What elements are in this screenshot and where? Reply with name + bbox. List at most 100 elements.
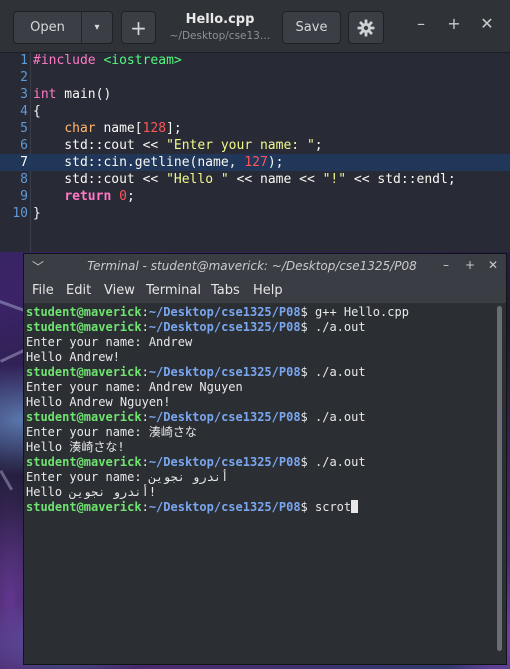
- prompt-user: student@maverick: [26, 320, 142, 334]
- terminal-title-bar[interactable]: ﹀ Terminal - student@maverick: ~/Desktop…: [24, 254, 506, 280]
- prompt-separator: :: [141, 320, 149, 334]
- code-line[interactable]: 3 int main(): [0, 86, 510, 103]
- command-text: ./a.out: [315, 365, 366, 379]
- prompt-symbol: $: [300, 410, 315, 424]
- line-number: 7: [20, 155, 28, 170]
- prompt-path: ~/Desktop/cse1325/P08: [148, 320, 301, 334]
- terminal-output-line: Enter your name: أندرو نجوين: [26, 470, 492, 485]
- prompt-user: student@maverick: [26, 305, 142, 319]
- output-text: Hello 湊崎さな!: [26, 440, 125, 454]
- code-line[interactable]: 7 std::cin.getline(name, 127);: [0, 154, 510, 171]
- code-line[interactable]: 9 return 0;: [0, 188, 510, 205]
- maximize-button[interactable]: +: [443, 14, 465, 33]
- terminal-output-line: Hello 湊崎さな!: [26, 440, 492, 455]
- line-number: 9: [20, 189, 28, 204]
- code-line[interactable]: 8 std::cout << "Hello " << name << "!" <…: [0, 171, 510, 188]
- menu-view[interactable]: View: [104, 283, 135, 298]
- close-button[interactable]: ✕: [485, 258, 501, 272]
- code-token: "Hello ": [166, 172, 229, 187]
- line-number: 1: [20, 53, 28, 68]
- line-number: 5: [20, 121, 28, 136]
- menu-edit[interactable]: Edit: [66, 283, 91, 298]
- code-token: << name <<: [228, 172, 323, 187]
- terminal-output-line: Hello أندرو نجوين!: [26, 485, 492, 500]
- scrollbar-thumb[interactable]: [497, 306, 502, 651]
- terminal-output-line: Enter your name: Andrew Nguyen: [26, 380, 492, 395]
- terminal-output-line: Enter your name: Andrew: [26, 335, 492, 350]
- terminal-output[interactable]: student@maverick:~/Desktop/cse1325/P08$ …: [24, 303, 494, 664]
- terminal-prompt-line: student@maverick:~/Desktop/cse1325/P08$ …: [26, 455, 492, 470]
- command-text: ./a.out: [315, 455, 366, 469]
- code-line[interactable]: 2: [0, 69, 510, 86]
- new-tab-button[interactable]: +: [121, 11, 156, 44]
- prompt-separator: :: [141, 410, 149, 424]
- terminal-prompt-line: student@maverick:~/Desktop/cse1325/P08$ …: [26, 410, 492, 425]
- code-token: ;: [126, 189, 135, 204]
- prompt-separator: :: [141, 365, 149, 379]
- command-text: ./a.out: [315, 320, 366, 334]
- code-token: name[: [95, 121, 143, 136]
- minimize-button[interactable]: –: [410, 14, 432, 33]
- code-line[interactable]: 4{: [0, 103, 510, 120]
- prompt-path: ~/Desktop/cse1325/P08: [148, 305, 301, 319]
- menu-terminal[interactable]: Terminal: [146, 283, 201, 298]
- code-token: std::cout <<: [33, 138, 167, 153]
- output-text: Enter your name: 湊崎さな: [26, 425, 197, 439]
- line-number: 3: [20, 87, 28, 102]
- code-text: #include <iostream>: [33, 52, 182, 69]
- terminal-prompt-line: student@maverick:~/Desktop/cse1325/P08$ …: [26, 500, 492, 515]
- open-button[interactable]: Open: [14, 12, 82, 43]
- code-view[interactable]: 1 #include <iostream> 2 3 int main() 4{5 char…: [0, 52, 510, 252]
- chevron-down-icon[interactable]: ▾: [82, 12, 112, 43]
- prompt-path: ~/Desktop/cse1325/P08: [148, 455, 301, 469]
- output-text: Enter your name: Andrew Nguyen: [26, 380, 243, 394]
- prompt-separator: :: [141, 305, 149, 319]
- document-path: ~/Desktop/cse13…: [169, 30, 271, 42]
- code-text: std::cin.getline(name, 127);: [33, 154, 283, 171]
- open-button-group: Open ▾: [13, 11, 113, 44]
- output-text: Enter your name: Andrew: [26, 335, 193, 349]
- code-token: std::cout <<: [33, 172, 167, 187]
- menu-tabs[interactable]: Tabs: [211, 283, 240, 298]
- code-token: "!": [322, 172, 347, 187]
- close-button[interactable]: ✕: [476, 14, 498, 33]
- code-token: main(): [56, 87, 112, 102]
- save-button[interactable]: Save: [282, 11, 341, 44]
- minimize-button[interactable]: –: [438, 258, 454, 272]
- menu-file[interactable]: File: [32, 283, 54, 298]
- prompt-path: ~/Desktop/cse1325/P08: [148, 500, 301, 514]
- code-line[interactable]: 5 char name[128];: [0, 120, 510, 137]
- code-token: <iostream>: [103, 53, 182, 68]
- text-editor-window: Open ▾ + Hello.cpp ~/Desktop/cse13… Save: [0, 0, 510, 252]
- code-line[interactable]: 1 #include <iostream>: [0, 52, 510, 69]
- code-text: char name[128];: [33, 120, 181, 137]
- line-number: 10: [12, 206, 28, 221]
- prompt-path: ~/Desktop/cse1325/P08: [148, 410, 301, 424]
- code-token: 127: [244, 155, 268, 170]
- output-text: Hello Andrew!: [26, 350, 120, 364]
- line-number: 8: [20, 172, 28, 187]
- terminal-output-line: Enter your name: 湊崎さな: [26, 425, 492, 440]
- code-token: 128: [142, 121, 167, 136]
- gear-icon-graphic: [357, 19, 375, 36]
- code-line[interactable]: 10}: [0, 205, 510, 222]
- terminal-prompt-line: student@maverick:~/Desktop/cse1325/P08$ …: [26, 305, 492, 320]
- command-text: scrot: [315, 500, 352, 514]
- maximize-button[interactable]: +: [462, 258, 478, 272]
- editor-header-bar: Open ▾ + Hello.cpp ~/Desktop/cse13… Save: [0, 0, 510, 53]
- output-text: Hello Andrew Nguyen!: [26, 395, 171, 409]
- terminal-scrollbar[interactable]: [494, 303, 506, 664]
- document-title: Hello.cpp: [185, 12, 255, 27]
- terminal-title: Terminal - student@maverick: ~/Desktop/c…: [87, 259, 417, 273]
- gear-icon[interactable]: [348, 11, 384, 44]
- code-line[interactable]: 6 std::cout << "Enter your name: ";: [0, 137, 510, 154]
- window-menu-icon[interactable]: ﹀: [30, 258, 46, 275]
- code-token: 0: [119, 189, 127, 204]
- terminal-prompt-line: student@maverick:~/Desktop/cse1325/P08$ …: [26, 320, 492, 335]
- menu-help[interactable]: Help: [253, 283, 283, 298]
- code-token: {: [33, 104, 41, 119]
- prompt-symbol: $: [300, 365, 315, 379]
- line-number: 6: [20, 138, 28, 153]
